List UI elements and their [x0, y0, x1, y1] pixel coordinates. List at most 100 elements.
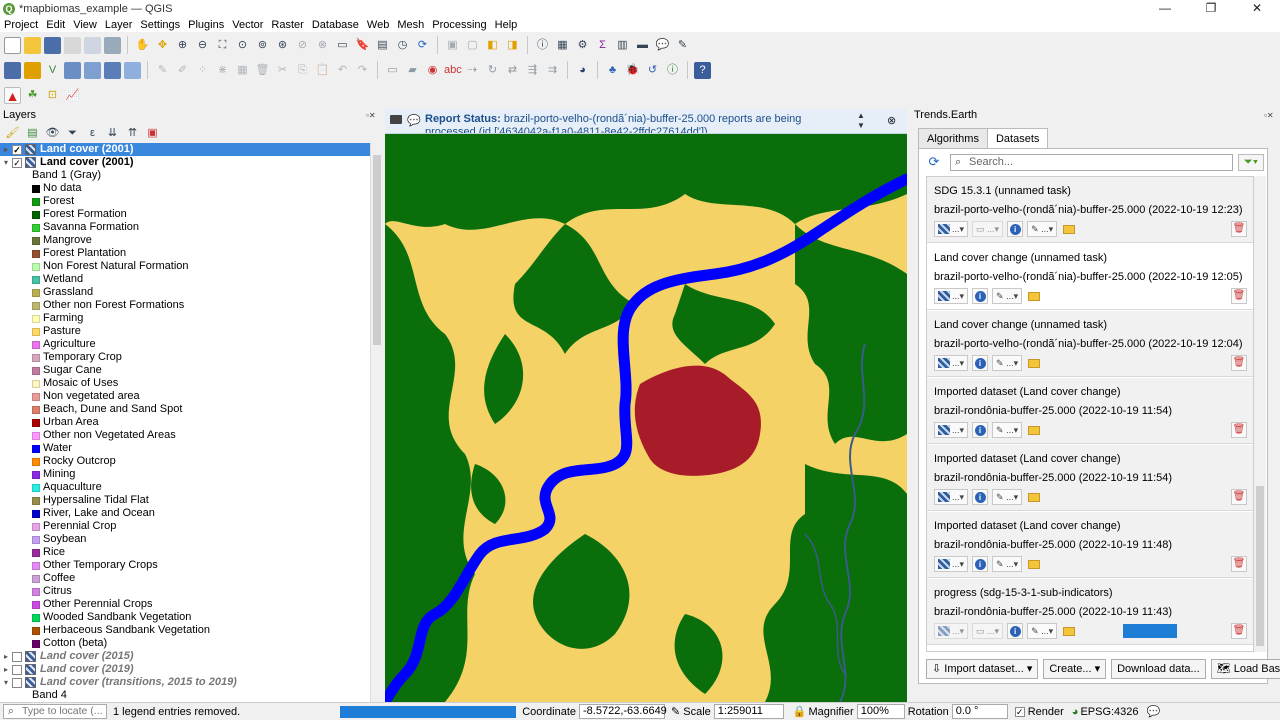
open-folder-button[interactable] — [1026, 556, 1042, 572]
select-by-expression-icon[interactable]: ▢ — [464, 37, 481, 54]
add-vector-icon[interactable]: V — [44, 62, 61, 79]
open-folder-button[interactable] — [1061, 221, 1077, 237]
collapse-all-icon[interactable]: ⇈ — [124, 125, 141, 142]
menu-vector[interactable]: Vector — [228, 19, 267, 31]
style-manager-icon[interactable] — [104, 36, 121, 54]
expand-down-icon[interactable]: ▾ — [0, 156, 12, 169]
menu-settings[interactable]: Settings — [136, 19, 184, 31]
label-abc-icon[interactable]: abc — [444, 62, 462, 79]
legend-entry[interactable]: Temporary Crop — [0, 351, 370, 364]
menu-edit[interactable]: Edit — [42, 19, 69, 31]
open-folder-button[interactable] — [1061, 623, 1077, 639]
add-to-map-button[interactable]: ...▾ — [934, 623, 969, 639]
layers-panel-close-icon[interactable]: ▫✕ — [366, 111, 376, 120]
delete-dataset-icon[interactable]: 🗑 — [1231, 556, 1247, 572]
layer-visibility-checkbox[interactable] — [12, 677, 22, 688]
select-location-icon[interactable]: ◨ — [504, 37, 521, 54]
metasearch-icon[interactable]: ⓘ — [664, 62, 681, 79]
datasets-scrollbar-thumb[interactable] — [1256, 486, 1264, 646]
legend-entry[interactable]: Soybean — [0, 533, 370, 546]
plugin-green-icon[interactable]: ☘ — [24, 87, 41, 104]
legend-entry[interactable]: Sugar Cane — [0, 364, 370, 377]
layer-item[interactable]: ▸ ✓ Land cover (2001) — [0, 143, 370, 156]
dataset-details-button[interactable]: i — [972, 556, 989, 572]
crs-label[interactable]: EPSG:4326 — [1080, 706, 1138, 718]
legend-entry[interactable]: Savanna Formation — [0, 221, 370, 234]
tab-datasets[interactable]: Datasets — [986, 128, 1049, 149]
toggle-editing-icon[interactable]: ✎ — [154, 62, 171, 79]
dataset-search-input[interactable]: ⌕ Search... — [950, 154, 1233, 171]
legend-entry[interactable]: River, Lake and Ocean — [0, 507, 370, 520]
map-tips-icon[interactable]: 💬 — [654, 37, 671, 54]
new-project-icon[interactable] — [4, 36, 21, 54]
remove-layer-icon[interactable]: ▣ — [144, 125, 161, 142]
legend-entry[interactable]: Rice — [0, 546, 370, 559]
band-label-row[interactable]: Band 1 (Gray) — [0, 169, 370, 182]
maximize-button[interactable]: ❐ — [1188, 0, 1234, 17]
legend-entry[interactable]: Urban Area — [0, 416, 370, 429]
legend-entry[interactable]: Hypersaline Tidal Flat — [0, 494, 370, 507]
legend-entry[interactable]: Forest Plantation — [0, 247, 370, 260]
edit-dataset-button[interactable]: ✎ ...▾ — [992, 489, 1023, 505]
legend-entry[interactable]: Beach, Dune and Sand Spot — [0, 403, 370, 416]
layer-visibility-checkbox[interactable]: ✓ — [12, 157, 22, 168]
legend-entry[interactable]: Rocky Outcrop — [0, 455, 370, 468]
scale-field[interactable]: 1:259011 — [713, 704, 784, 719]
layer-visibility-checkbox[interactable]: ✓ — [12, 144, 22, 155]
add-group-icon[interactable]: ▤ — [24, 125, 41, 142]
select-features-icon[interactable]: ▣ — [444, 37, 461, 54]
zoom-selection-icon[interactable]: ⊚ — [254, 37, 271, 54]
legend-entry[interactable]: Other non Forest Formations — [0, 299, 370, 312]
statistics-sigma-icon[interactable]: Σ — [594, 37, 611, 54]
pan-icon[interactable]: ✋ — [134, 37, 151, 54]
legend-entry[interactable]: Citrus — [0, 585, 370, 598]
legend-entry[interactable]: Mining — [0, 468, 370, 481]
python-console-icon[interactable]: ♣ — [604, 62, 621, 79]
add-to-map-button[interactable]: ...▾ — [934, 489, 969, 505]
data-source-manager-icon[interactable] — [4, 61, 21, 79]
legend-entry[interactable]: Farming — [0, 312, 370, 325]
edit-dataset-button[interactable]: ✎ ...▾ — [1027, 623, 1058, 639]
delete-dataset-icon[interactable]: 🗑 — [1231, 422, 1247, 438]
message-log-icon[interactable] — [390, 115, 402, 124]
edit-dataset-button[interactable]: ✎ ...▾ — [992, 556, 1023, 572]
edit-dataset-button[interactable]: ✎ ...▾ — [992, 288, 1023, 304]
legend-entry[interactable]: Agriculture — [0, 338, 370, 351]
band-label-row[interactable]: Band 4 — [0, 689, 370, 702]
magnifier-field[interactable]: 100% — [856, 704, 905, 719]
temporal-controller-icon[interactable]: ◷ — [394, 37, 411, 54]
vertex-tool-icon[interactable]: ⋇ — [214, 62, 231, 79]
message-scroll-arrows-icon[interactable]: ▲ ▼ — [857, 111, 865, 131]
label-change-icon[interactable]: ⇄ — [504, 62, 521, 79]
bookmark-icon[interactable]: 🔖 — [354, 37, 371, 54]
label-pin-icon[interactable]: ▰ — [404, 62, 421, 79]
extents-toggle-icon[interactable]: ✎ — [671, 705, 680, 718]
menu-plugins[interactable]: Plugins — [184, 19, 228, 31]
expand-right-icon[interactable]: ▸ — [0, 650, 12, 663]
add-to-map-button[interactable]: ...▾ — [934, 422, 969, 438]
legend-entry[interactable]: Wetland — [0, 273, 370, 286]
minimize-button[interactable]: — — [1142, 0, 1188, 17]
dataset-details-button[interactable]: i — [972, 422, 989, 438]
dataset-details-button[interactable]: i — [972, 489, 989, 505]
download-data-button[interactable]: Download data... — [1111, 659, 1206, 679]
layer-visibility-checkbox[interactable] — [12, 664, 22, 675]
dataset-details-button[interactable]: i — [972, 355, 989, 371]
map-canvas[interactable] — [385, 134, 907, 702]
plugin-chart-icon[interactable]: 📈 — [64, 87, 81, 104]
bug-icon[interactable]: 🐞 — [624, 62, 641, 79]
legend-entry[interactable]: Herbaceous Sandbank Vegetation — [0, 624, 370, 637]
legend-entry[interactable]: Mangrove — [0, 234, 370, 247]
legend-entry[interactable]: No data — [0, 182, 370, 195]
label-move-icon[interactable]: ⇢ — [464, 62, 481, 79]
delete-dataset-icon[interactable]: 🗑 — [1231, 288, 1247, 304]
report-button[interactable]: ▭ ...▾ — [972, 221, 1004, 237]
add-mesh-icon[interactable] — [84, 61, 101, 79]
legend-entry[interactable]: Aquaculture — [0, 481, 370, 494]
legend-entry[interactable]: Perennial Crop — [0, 520, 370, 533]
menu-raster[interactable]: Raster — [267, 19, 307, 31]
save-project-icon[interactable] — [44, 36, 61, 54]
legend-entry[interactable]: Other Temporary Crops — [0, 559, 370, 572]
label-highlight-icon[interactable]: ◉ — [424, 62, 441, 79]
close-button[interactable]: ✕ — [1234, 0, 1280, 17]
